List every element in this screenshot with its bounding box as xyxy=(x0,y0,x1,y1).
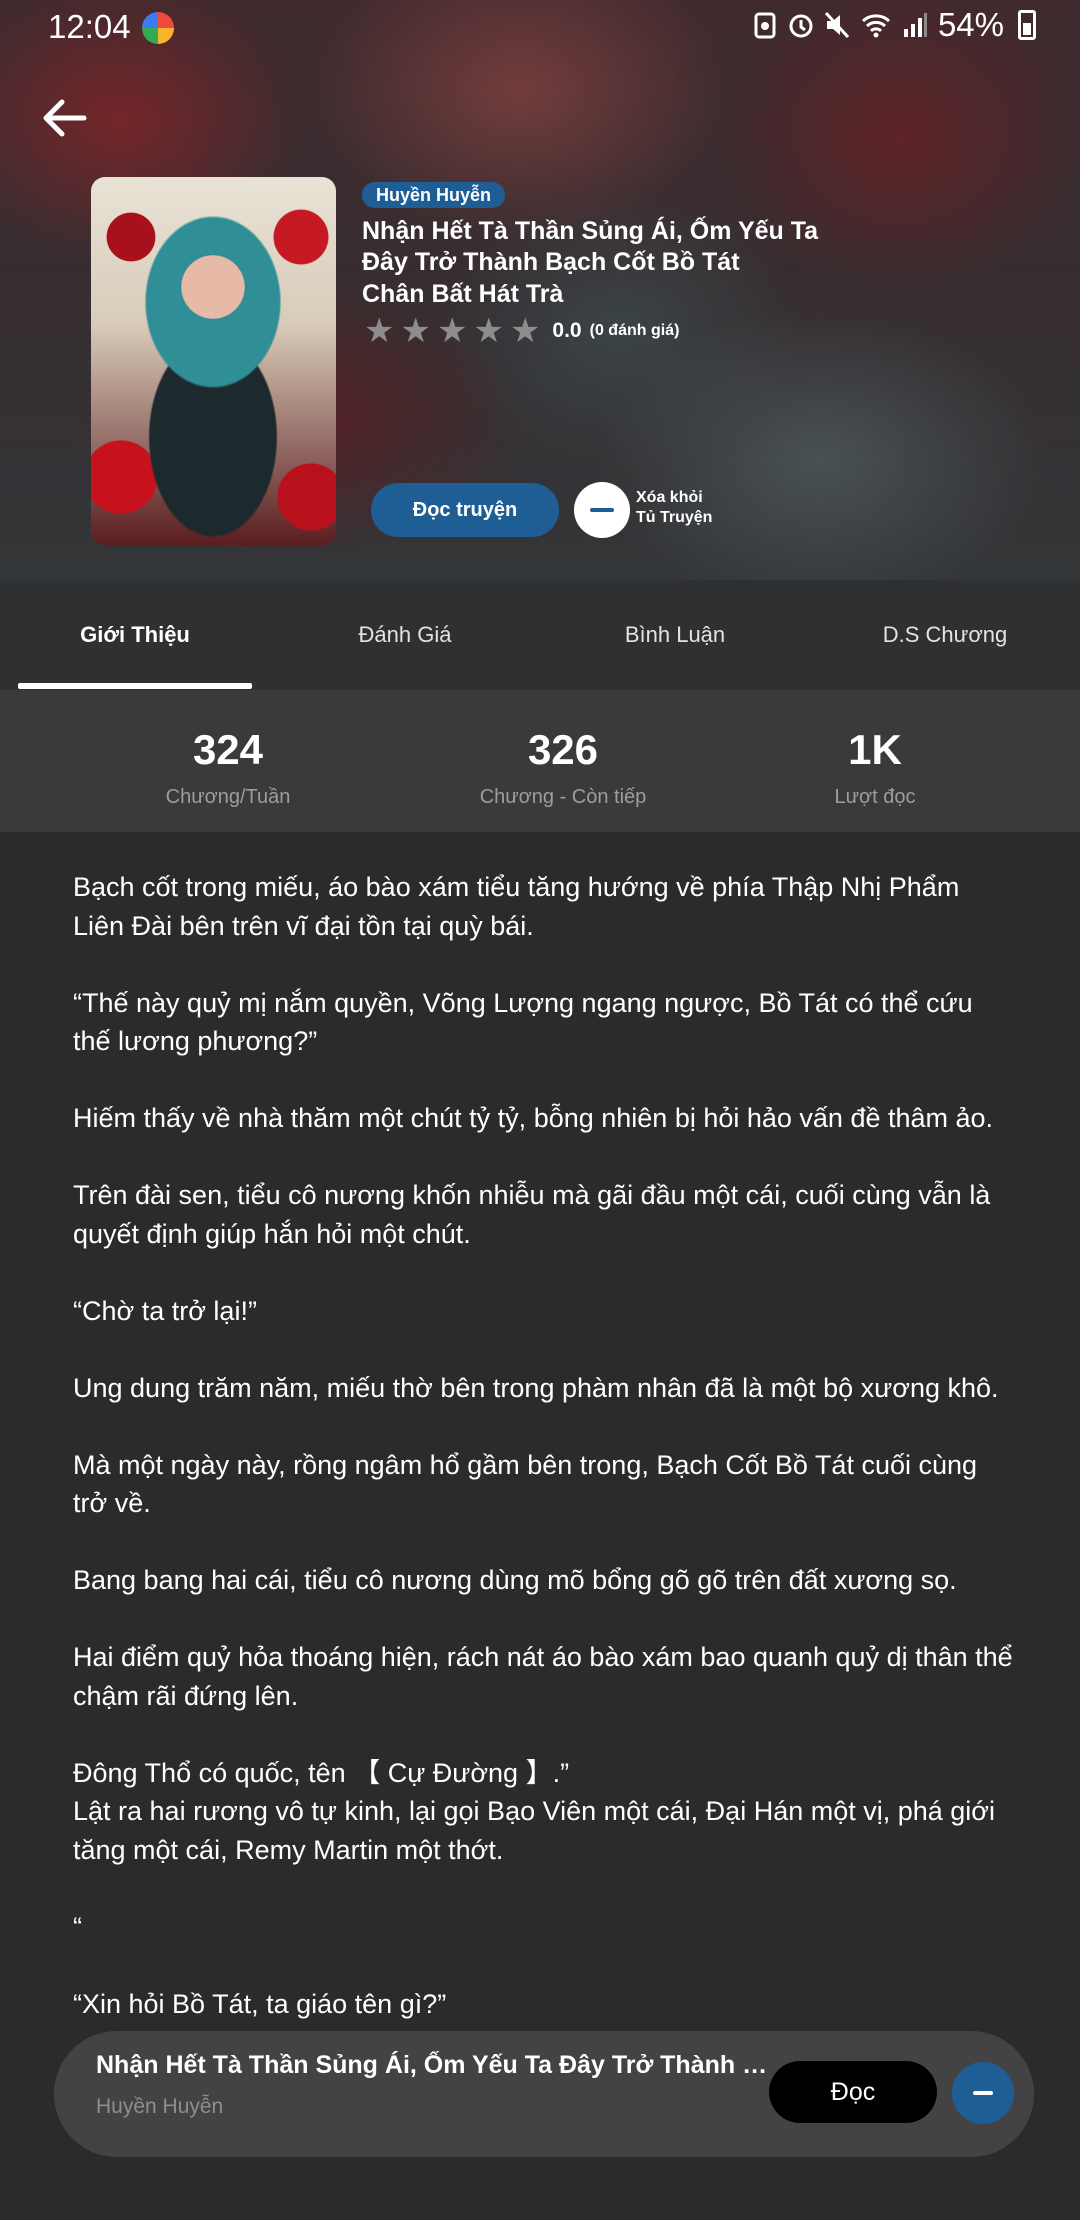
star-icon: ★ xyxy=(509,312,541,350)
status-icons: 54% xyxy=(752,6,1036,44)
mini-player-genre: Huyền Huyễn xyxy=(96,2095,224,2118)
rating-value: 0.0 xyxy=(552,319,582,342)
signal-icon xyxy=(903,13,927,37)
tab-reviews[interactable]: Đánh Giá xyxy=(270,580,540,690)
synopsis-paragraph: Trên đài sen, tiểu cô nương khốn nhiễu m… xyxy=(73,1180,991,1249)
star-icon: ★ xyxy=(436,312,468,350)
tab-bar: Giới Thiệu Đánh Giá Bình Luận D.S Chương xyxy=(0,580,1080,690)
stat-chapters-week: 324 Chương/Tuần xyxy=(78,690,378,809)
stat-value: 1K xyxy=(848,726,902,773)
book-author[interactable]: Chân Bất Hát Trà xyxy=(362,280,563,309)
synopsis-paragraph: “Thế này quỷ mị nắm quyền, Võng Lượng ng… xyxy=(73,987,973,1057)
tab-chapter-list[interactable]: D.S Chương xyxy=(810,580,1080,690)
stat-label: Chương/Tuần xyxy=(165,786,291,808)
synopsis-paragraph: Đông Thổ có quốc, tên 【 Cự Đường 】.” xyxy=(73,1757,570,1788)
synopsis-text: Bạch cốt trong miếu, áo bào xám tiểu tăn… xyxy=(73,868,1013,2062)
remove-label-line-2: Tủ Truyện xyxy=(636,509,713,526)
status-time: 12:04 xyxy=(48,8,131,45)
status-bar: 12:04 54% xyxy=(0,0,1080,56)
star-icon: ★ xyxy=(364,312,395,350)
synopsis-paragraph: Mà một ngày này, rồng ngâm hổ gầm bên tr… xyxy=(73,1449,978,1519)
stat-value: 326 xyxy=(527,726,599,773)
battery-icon xyxy=(1018,10,1036,40)
mini-player-title[interactable]: Nhận Hết Tà Thần Sủng Ái, Ốm Yếu Ta Đây … xyxy=(96,2051,776,2080)
star-icon: ★ xyxy=(400,312,431,350)
genre-badge[interactable]: Huyền Huyễn xyxy=(362,182,506,208)
stat-views: 1K Lượt đọc xyxy=(725,690,1025,809)
mute-icon xyxy=(824,11,850,39)
synopsis-paragraph: “Xin hỏi Bồ Tát, ta giáo tên gì?” xyxy=(73,1988,447,2019)
back-arrow-icon[interactable] xyxy=(40,96,88,140)
synopsis-paragraph: Ung dung trăm năm, miếu thờ bên trong ph… xyxy=(73,1372,999,1403)
rating-row: ★ ★ ★ ★ ★ 0.0 (0 đánh giá) xyxy=(364,314,679,348)
app-notification-icon xyxy=(142,12,174,44)
stat-chapters-total: 326 Chương - Còn tiếp xyxy=(413,690,713,809)
star-icon: ★ xyxy=(473,312,504,350)
remove-from-shelf-label[interactable]: Xóa khỏi Tủ Truyện xyxy=(636,488,712,528)
screen: 12:04 54% Huyền Huyễn Nhận Hết Tà Thần S… xyxy=(0,0,1080,2220)
stats-bar: 324 Chương/Tuần 326 Chương - Còn tiếp 1K… xyxy=(0,690,1080,832)
tab-comments[interactable]: Bình Luận xyxy=(540,580,810,690)
alarm-icon xyxy=(789,14,813,38)
synopsis-paragraph: Hiếm thấy về nhà thăm một chút tỷ tỷ, bỗ… xyxy=(73,1103,994,1133)
synopsis-paragraph: “ xyxy=(73,1911,82,1942)
mini-player-bar[interactable]: Nhận Hết Tà Thần Sủng Ái, Ốm Yếu Ta Đây … xyxy=(54,2031,1034,2157)
synopsis-paragraph: “Chờ ta trở lại!” xyxy=(73,1295,257,1326)
rating-count: (0 đánh giá) xyxy=(589,322,680,339)
synopsis-paragraph: Lật ra hai rương vô tự kinh, lại gọi Bạo… xyxy=(73,1796,996,1865)
remove-label-line-1: Xóa khỏi xyxy=(636,489,703,506)
recycle-icon xyxy=(754,12,776,39)
read-story-button[interactable]: Đọc truyện xyxy=(371,483,559,537)
mini-remove-button[interactable] xyxy=(952,2062,1014,2124)
wifi-icon xyxy=(861,14,890,38)
book-title: Nhận Hết Tà Thần Sủng Ái, Ốm Yếu Ta Đây … xyxy=(362,217,819,276)
remove-from-shelf-button[interactable] xyxy=(574,482,630,538)
mini-read-button[interactable]: Đọc xyxy=(769,2061,937,2123)
tab-introduction[interactable]: Giới Thiệu xyxy=(18,580,252,690)
stat-value: 324 xyxy=(192,726,264,773)
synopsis-paragraph: Hai điểm quỷ hỏa thoáng hiện, rách nát á… xyxy=(73,1642,1013,1711)
active-tab-indicator xyxy=(18,683,252,689)
book-cover[interactable] xyxy=(91,177,336,545)
stat-label: Chương - Còn tiếp xyxy=(479,786,647,808)
battery-percent: 54% xyxy=(937,6,1004,43)
synopsis-paragraph: Bạch cốt trong miếu, áo bào xám tiểu tăn… xyxy=(73,872,960,941)
synopsis-paragraph: Bang bang hai cái, tiểu cô nương dùng mõ… xyxy=(73,1565,957,1595)
stat-label: Lượt đọc xyxy=(834,786,916,808)
